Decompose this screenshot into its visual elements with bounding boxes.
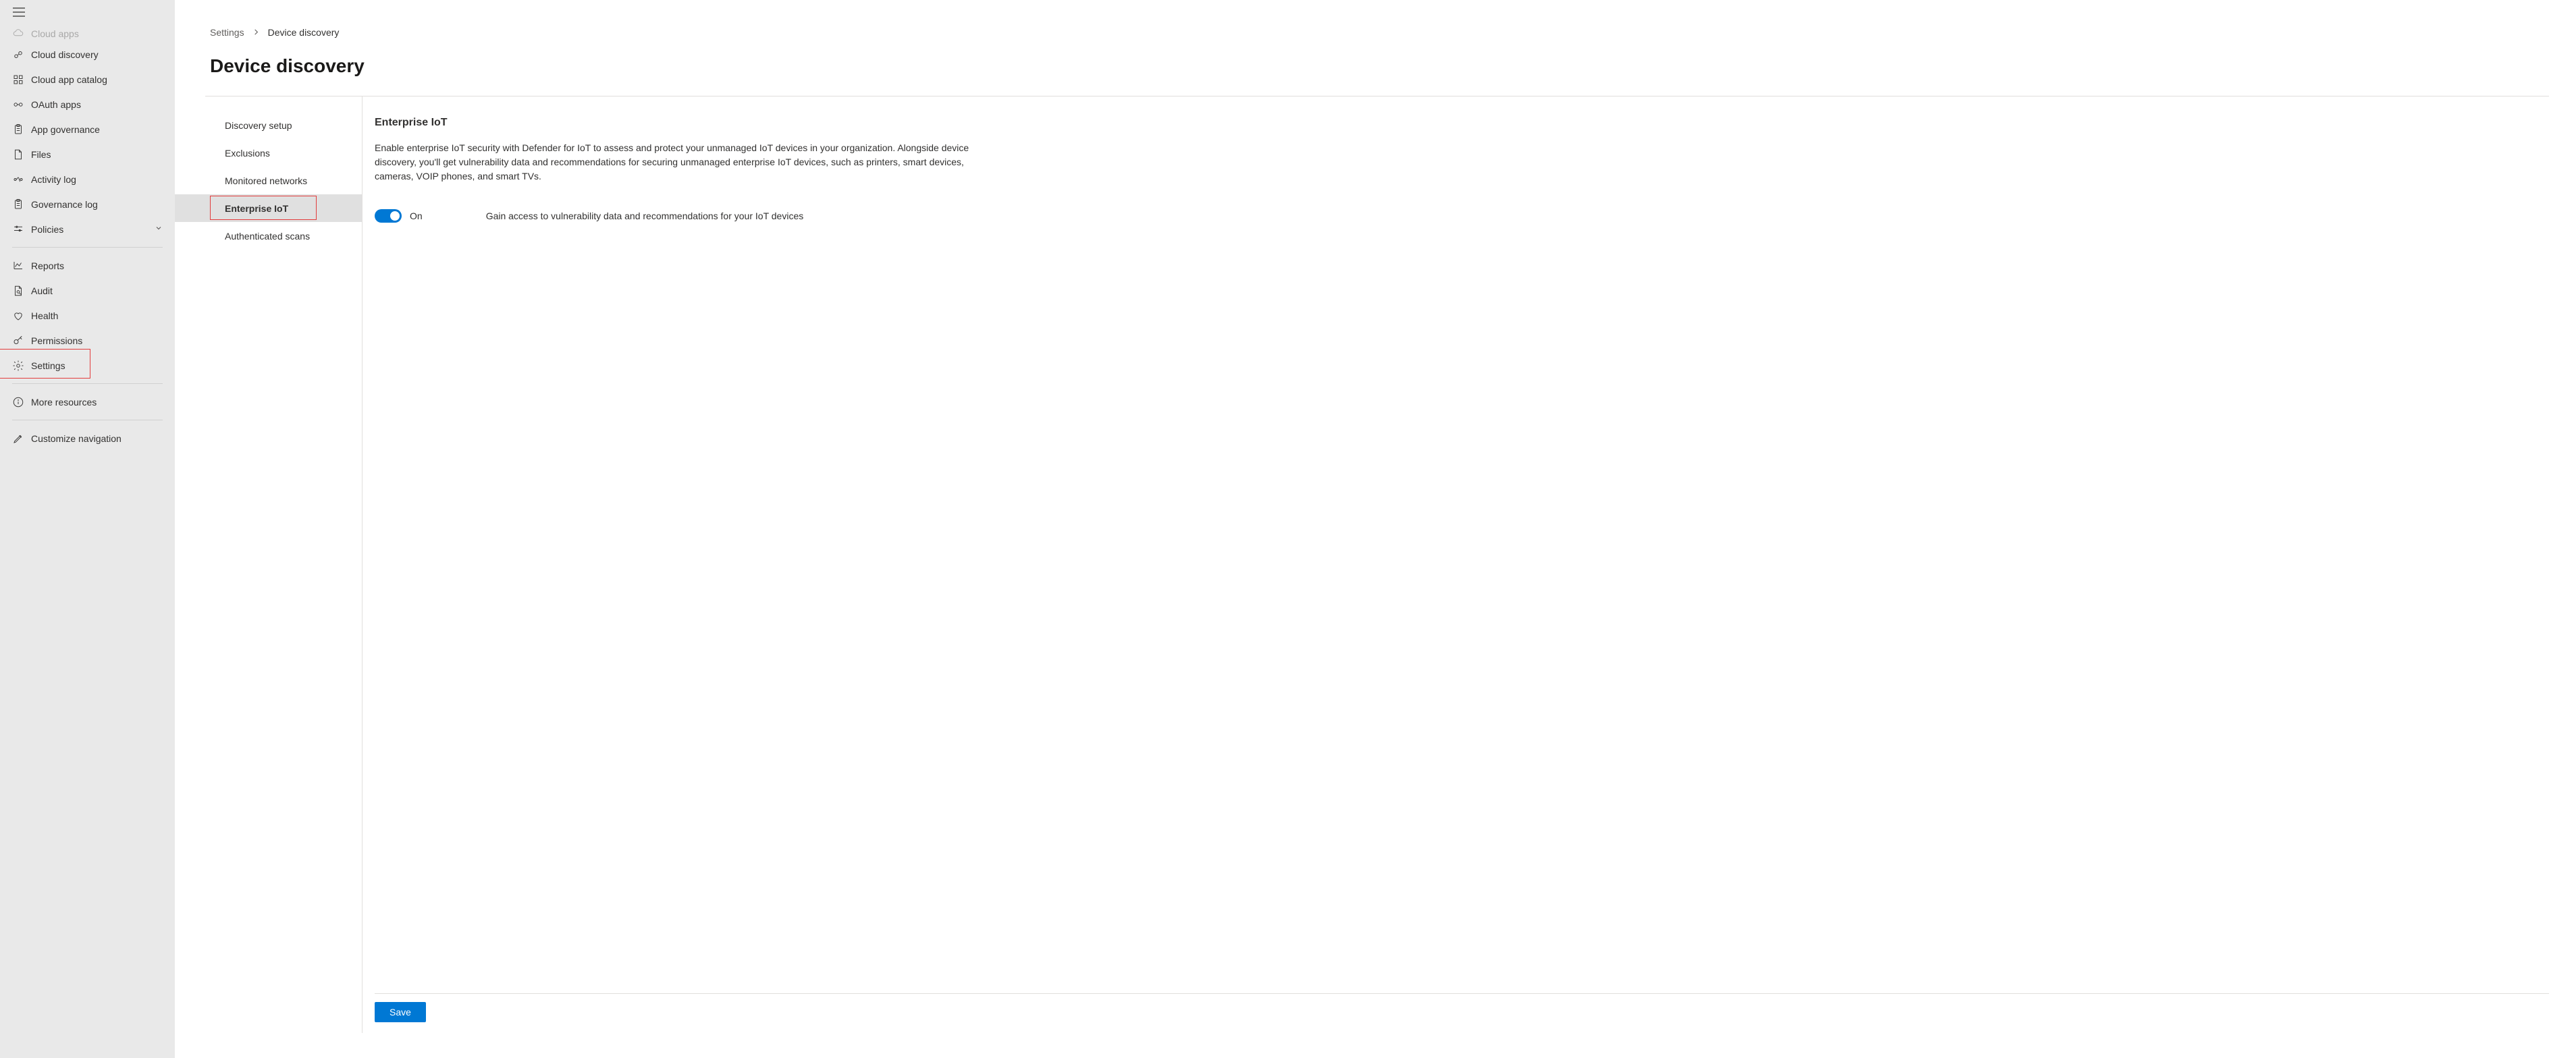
heart-icon [12, 310, 31, 322]
cloud-apps-icon [12, 27, 31, 39]
section-description: Enable enterprise IoT security with Defe… [375, 141, 999, 184]
sidebar-item-label: Cloud app catalog [31, 74, 107, 85]
sidebar-item-settings[interactable]: Settings [0, 353, 175, 378]
sidebar: Cloud apps Cloud discovery Cloud app cat… [0, 0, 175, 1058]
sidebar-item-files[interactable]: Files [0, 142, 175, 167]
oauth-icon [12, 99, 31, 111]
sidebar-item-policies[interactable]: Policies [0, 217, 175, 242]
info-icon [12, 396, 31, 408]
catalog-icon [12, 74, 31, 86]
sidebar-item-governance-log[interactable]: Governance log [0, 192, 175, 217]
sidebar-item-label: Reports [31, 260, 64, 271]
sidebar-item-audit[interactable]: Audit [0, 278, 175, 303]
breadcrumb: Settings Device discovery [175, 0, 2576, 38]
pencil-icon [12, 433, 31, 445]
save-button[interactable]: Save [375, 1002, 426, 1022]
sidebar-item-label: Audit [31, 285, 53, 296]
clipboard-icon [12, 198, 31, 211]
sidebar-item-reports[interactable]: Reports [0, 253, 175, 278]
toggle-state-label: On [410, 211, 423, 221]
chevron-down-icon [155, 223, 163, 235]
sliders-icon [12, 223, 31, 235]
sidebar-item-label: Settings [31, 360, 65, 371]
nav-divider [12, 383, 163, 384]
sidebar-item-more-resources[interactable]: More resources [0, 389, 175, 414]
sidebar-item-label: Cloud apps [31, 28, 79, 39]
sidebar-item-label: Files [31, 149, 51, 160]
sidebar-item-label: Governance log [31, 199, 98, 210]
enterprise-iot-toggle[interactable] [375, 209, 402, 223]
subnav-item-exclusions[interactable]: Exclusions [175, 139, 362, 167]
sidebar-item-health[interactable]: Health [0, 303, 175, 328]
subnav-item-authenticated-scans[interactable]: Authenticated scans [175, 222, 362, 250]
nav-list-4: Customize navigation [0, 426, 175, 451]
sidebar-item-label: More resources [31, 397, 97, 408]
sidebar-item-label: Activity log [31, 174, 76, 185]
nav-list-3: More resources [0, 389, 175, 414]
sidebar-item-label: Permissions [31, 335, 82, 346]
audit-icon [12, 285, 31, 297]
key-icon [12, 335, 31, 347]
section-title: Enterprise IoT [375, 117, 2549, 129]
subnav: Discovery setup Exclusions Monitored net… [175, 96, 363, 1033]
subnav-item-label: Enterprise IoT [225, 203, 288, 214]
sidebar-item-cloud-discovery[interactable]: Cloud discovery [0, 42, 175, 67]
breadcrumb-current: Device discovery [268, 27, 340, 38]
toggle-row: On Gain access to vulnerability data and… [375, 209, 2549, 223]
sidebar-item-label: App governance [31, 124, 100, 135]
sidebar-item-cloud-app-catalog[interactable]: Cloud app catalog [0, 67, 175, 92]
detail-pane: Enterprise IoT Enable enterprise IoT sec… [363, 96, 2576, 1033]
nav-divider [12, 247, 163, 248]
sidebar-item-activity-log[interactable]: Activity log [0, 167, 175, 192]
toggle-knob [390, 211, 400, 221]
subnav-item-enterprise-iot[interactable]: Enterprise IoT [175, 194, 362, 222]
toggle-description: Gain access to vulnerability data and re… [486, 211, 804, 221]
subnav-item-discovery-setup[interactable]: Discovery setup [175, 111, 362, 139]
sidebar-item-app-governance[interactable]: App governance [0, 117, 175, 142]
sidebar-item-oauth-apps[interactable]: OAuth apps [0, 92, 175, 117]
sidebar-item-label: Customize navigation [31, 433, 122, 444]
footer-bar: Save [375, 993, 2549, 1033]
nav-list-2: Reports Audit Health Permissions Setting… [0, 253, 175, 378]
files-icon [12, 148, 31, 161]
cloud-discovery-icon [12, 49, 31, 61]
clipboard-icon [12, 123, 31, 136]
nav-list: Cloud apps Cloud discovery Cloud app cat… [0, 26, 175, 242]
gear-icon [12, 360, 31, 372]
sidebar-item-cloud-apps[interactable]: Cloud apps [0, 26, 175, 42]
sidebar-item-permissions[interactable]: Permissions [0, 328, 175, 353]
subnav-item-monitored-networks[interactable]: Monitored networks [175, 167, 362, 194]
sidebar-item-label: Health [31, 310, 58, 321]
chevron-right-icon [252, 27, 260, 38]
sidebar-item-customize-navigation[interactable]: Customize navigation [0, 426, 175, 451]
breadcrumb-settings[interactable]: Settings [210, 27, 244, 38]
sidebar-item-label: Policies [31, 224, 63, 235]
activity-icon [12, 173, 31, 186]
hamburger-icon [13, 7, 25, 17]
main-content: Settings Device discovery Device discove… [175, 0, 2576, 1058]
sidebar-item-label: OAuth apps [31, 99, 81, 110]
sidebar-item-label: Cloud discovery [31, 49, 99, 60]
hamburger-menu[interactable] [0, 0, 175, 26]
page-title: Device discovery [175, 38, 2576, 96]
chart-icon [12, 260, 31, 272]
